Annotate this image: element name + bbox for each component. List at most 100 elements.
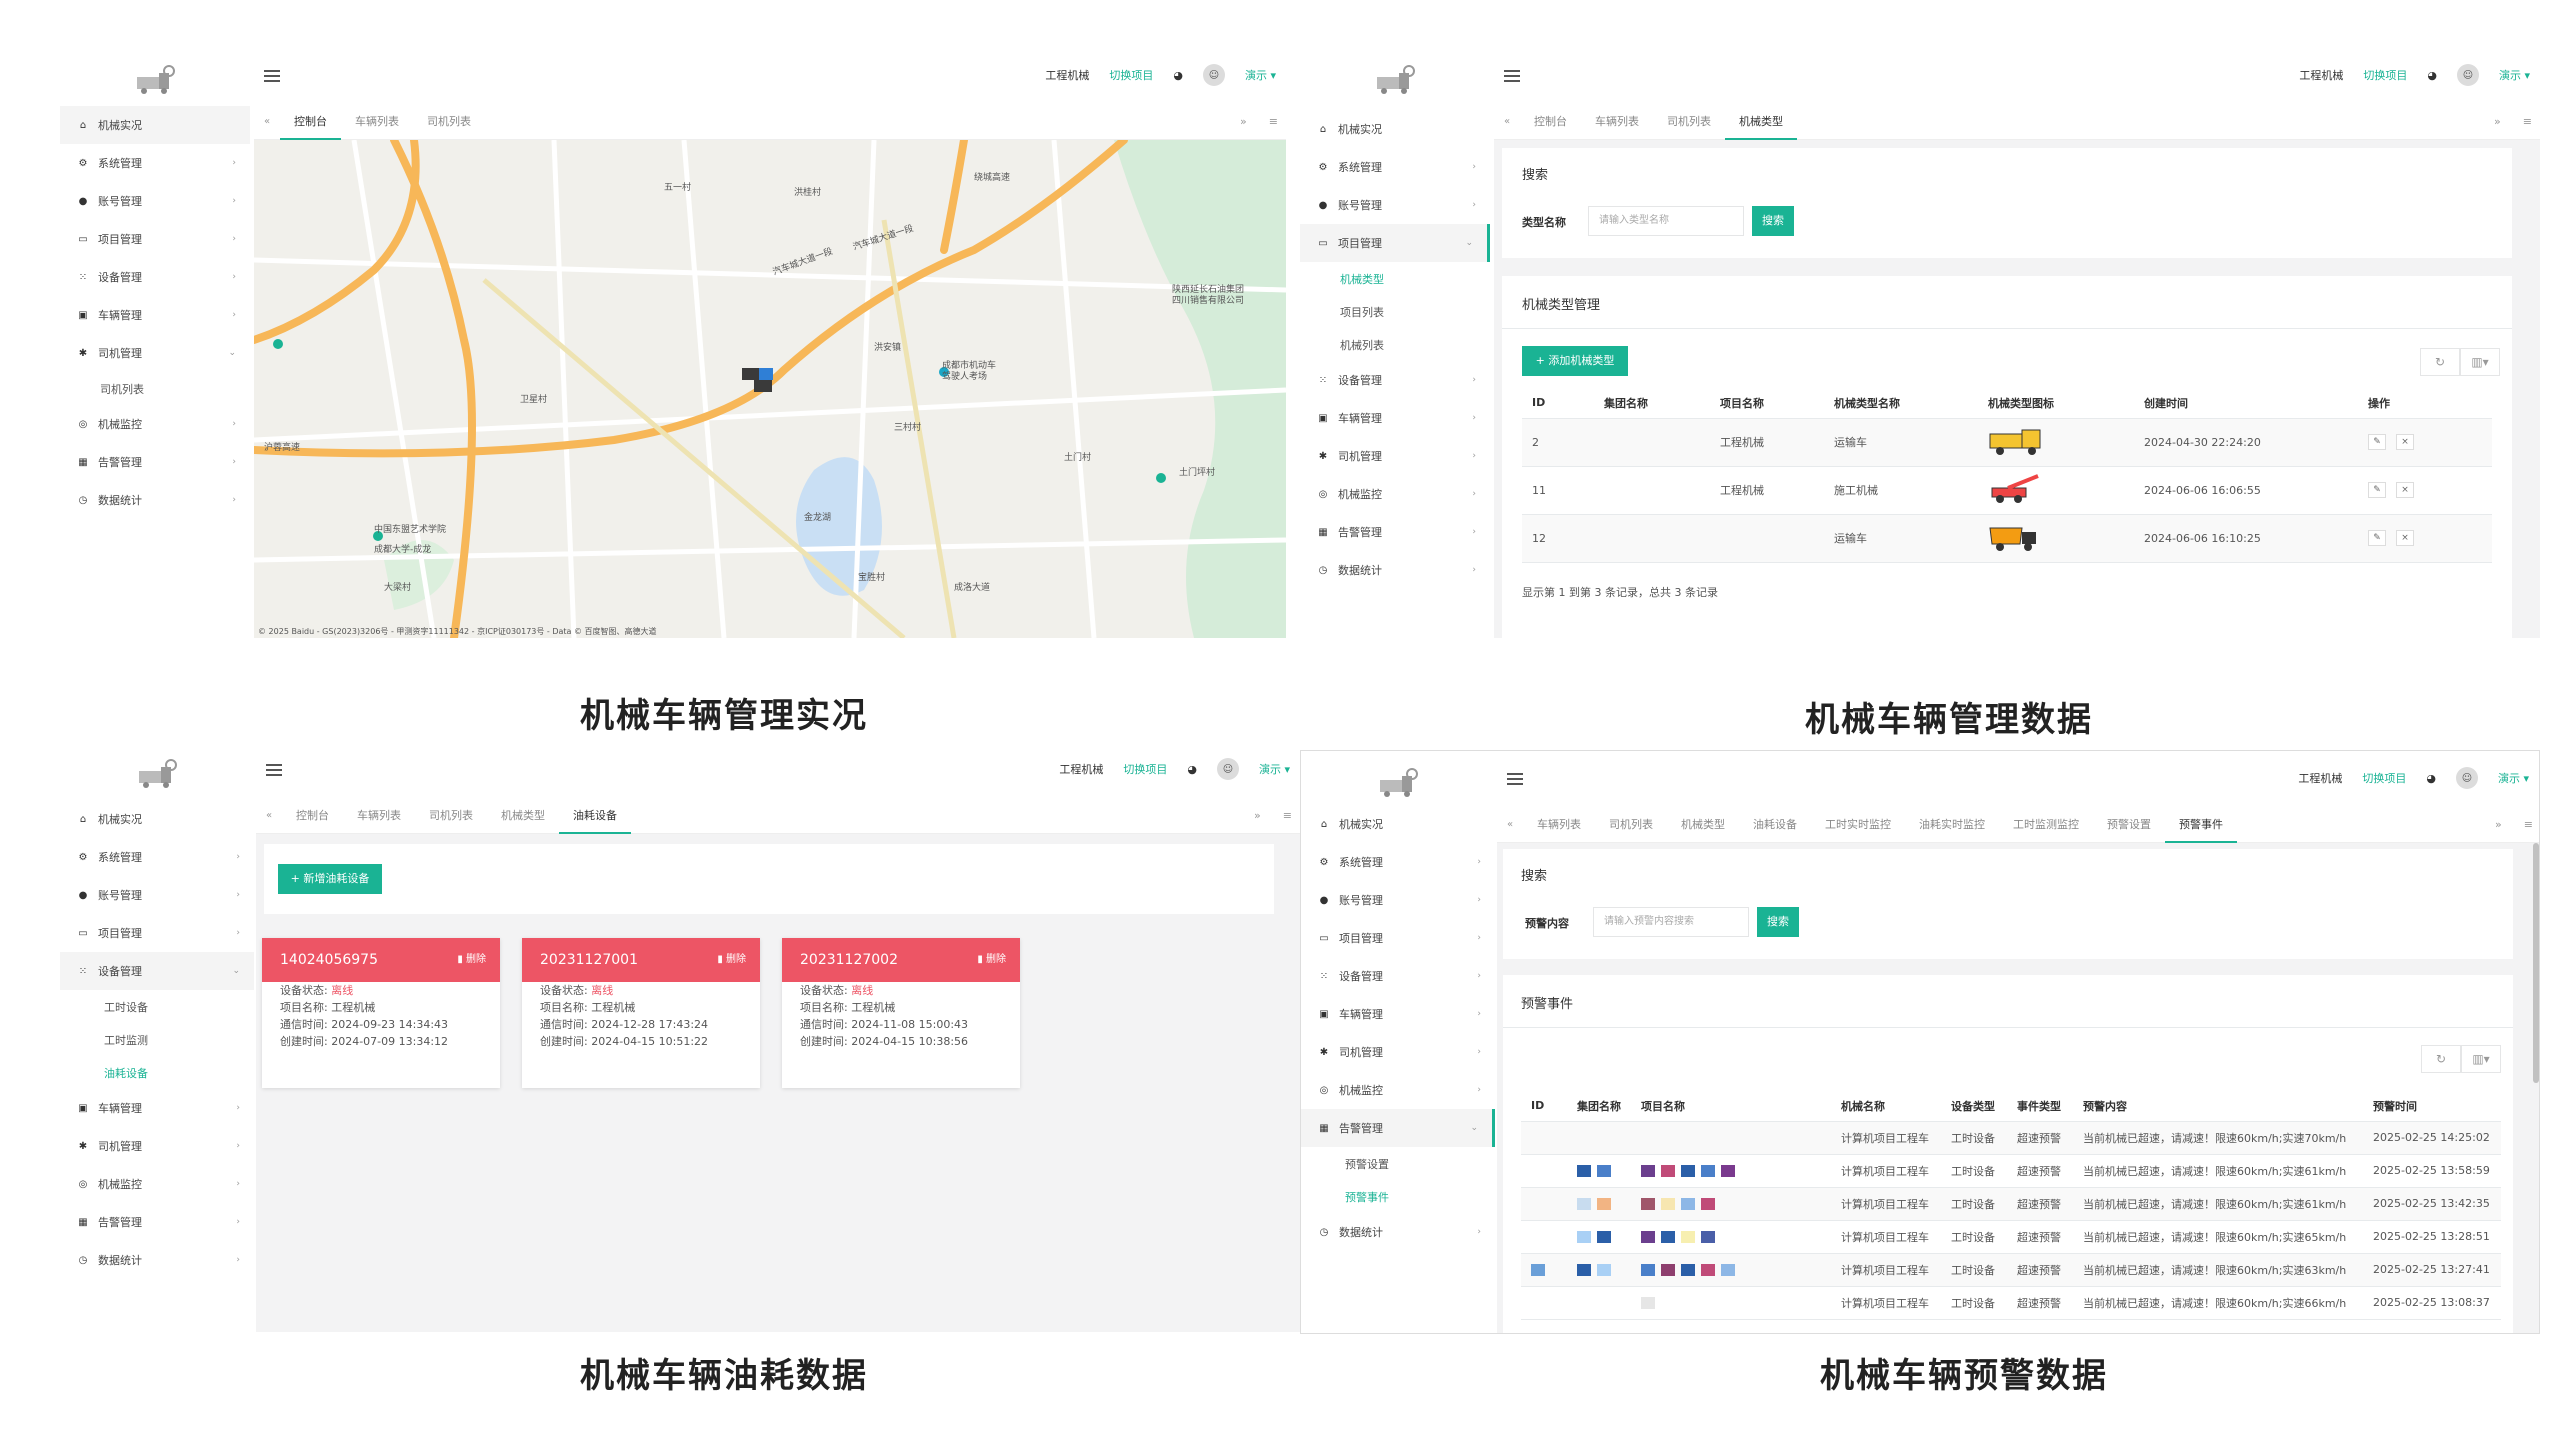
menu-account[interactable]: ● 账号管理 › [1300,186,1490,224]
submenu-alarm-event[interactable]: 预警事件 [1301,1180,1495,1213]
col-group[interactable]: 集团名称 [1567,1091,1631,1122]
delete-icon[interactable]: × [2396,434,2414,450]
switch-project-link[interactable]: 切换项目 [2362,770,2406,786]
device-card[interactable]: 20231127001 ▮ 删除 设备状态: 离线 项目名称: 工程机械 通信时间… [522,938,760,1088]
tab-driver-list[interactable]: 司机列表 [1595,807,1667,843]
poi-icon[interactable] [273,339,283,349]
col-type-icon[interactable]: 机械类型图标 [1978,388,2134,419]
menu-device[interactable]: ⁙ 设备管理 ⌄ [60,952,254,990]
tabs-prev-icon[interactable]: « [256,810,282,821]
tab-console[interactable]: 控制台 [1520,104,1581,140]
tab-vehicle-list[interactable]: 车辆列表 [1523,807,1595,843]
search-button[interactable]: 搜索 [1752,206,1794,236]
menu-driver[interactable]: ✱ 司机管理 › [60,1127,254,1165]
tab-fuel-device[interactable]: 油耗设备 [1739,807,1811,843]
submenu-driver-list[interactable]: 司机列表 [60,372,250,405]
menu-driver[interactable]: ✱ 司机管理 › [1300,437,1490,475]
edit-icon[interactable]: ✎ [2368,482,2386,498]
menu-system[interactable]: ⚙ 系统管理 › [1301,843,1495,881]
col-time[interactable]: 预警时间 [2363,1091,2501,1122]
menu-alarm[interactable]: ▦ 告警管理 › [1300,513,1490,551]
tab-console[interactable]: 控制台 [280,104,341,140]
menu-account[interactable]: ● 账号管理 › [60,182,250,220]
menu-stats[interactable]: ◷ 数据统计 › [60,481,250,519]
col-type-name[interactable]: 机械类型名称 [1824,388,1978,419]
col-device-type[interactable]: 设备类型 [1941,1091,2007,1122]
col-id[interactable]: ID [1522,388,1594,419]
menu-live[interactable]: ⌂ 机械实况 [60,800,254,838]
palette-icon[interactable]: ◕ [2427,69,2437,82]
menu-project[interactable]: ▭ 项目管理 › [1301,919,1495,957]
menu-alarm[interactable]: ▦ 告警管理 › [60,443,250,481]
delete-button[interactable]: ▮ 删除 [977,938,1006,982]
table-row[interactable]: 计算机项目工程车 工时设备 超速预警 当前机械已超速，请减速！限速60km/h;实速6… [1521,1154,2501,1188]
col-project[interactable]: 项目名称 [1631,1091,1831,1122]
refresh-icon[interactable]: ↻ [2420,348,2460,376]
menu-stats[interactable]: ◷ 数据统计 › [1301,1213,1495,1251]
menu-monitor[interactable]: ◎ 机械监控 › [1301,1071,1495,1109]
table-row[interactable]: 12 运输车 2024-06-06 16:10:25 ✎ × [1522,514,2492,563]
avatar[interactable]: ☺ [2455,767,2478,789]
hamburger-icon[interactable] [264,70,280,82]
menu-vehicle[interactable]: ▣ 车辆管理 › [1300,399,1490,437]
tabs-next-icon[interactable]: » [2495,807,2502,843]
menu-monitor[interactable]: ◎ 机械监控 › [1300,475,1490,513]
switch-project-link[interactable]: 切换项目 [2363,67,2407,83]
hamburger-icon[interactable] [1507,773,1523,785]
tabs-prev-icon[interactable]: « [254,116,280,127]
tab-machine-type[interactable]: 机械类型 [1667,807,1739,843]
tabs-menu-icon[interactable]: ≡ [2523,104,2532,140]
refresh-icon[interactable]: ↻ [2421,1045,2461,1073]
col-created[interactable]: 创建时间 [2134,388,2358,419]
user-menu[interactable]: 演示 ▾ [2499,67,2530,83]
col-project[interactable]: 项目名称 [1710,388,1824,419]
menu-project[interactable]: ▭ 项目管理 › [60,914,254,952]
col-event-type[interactable]: 事件类型 [2007,1091,2073,1122]
submenu-worktime-device[interactable]: 工时设备 [60,990,254,1023]
table-row[interactable]: 计算机项目工程车 工时设备 超速预警 当前机械已超速，请减速！限速60km/h;实速6… [1521,1253,2501,1287]
tabs-next-icon[interactable]: » [2494,104,2501,140]
menu-monitor[interactable]: ◎ 机械监控 › [60,405,250,443]
menu-vehicle[interactable]: ▣ 车辆管理 › [60,296,250,334]
menu-project[interactable]: ▭ 项目管理 ⌄ [1300,224,1490,262]
tab-machine-type[interactable]: 机械类型 [1725,104,1797,140]
map-canvas[interactable]: 汽车城大道一段 沪蓉高速 成都市机动车驾驶人考场 洪安镇 绕城高速 五一村 洪桂… [254,140,1286,638]
tab-alarm-event[interactable]: 预警事件 [2165,807,2237,843]
hamburger-icon[interactable] [266,764,282,776]
content-search-input[interactable]: 请输入预警内容搜索 [1593,907,1749,937]
col-id[interactable]: ID [1521,1091,1567,1122]
menu-system[interactable]: ⚙ 系统管理 › [1300,148,1490,186]
user-menu[interactable]: 演示 ▾ [1259,761,1290,777]
device-card[interactable]: 14024056975 ▮ 删除 设备状态: 离线 项目名称: 工程机械 通信时间… [262,938,500,1088]
table-row[interactable]: 11 工程机械 施工机械 2024-06-06 16:06:55 ✎ × [1522,466,2492,515]
menu-account[interactable]: ● 账号管理 › [60,876,254,914]
user-menu[interactable]: 演示 ▾ [2498,770,2529,786]
submenu-machine-type[interactable]: 机械类型 [1300,262,1490,295]
delete-button[interactable]: ▮ 删除 [457,938,486,982]
palette-icon[interactable]: ◕ [1187,763,1197,776]
switch-project-link[interactable]: 切换项目 [1123,761,1167,777]
menu-driver[interactable]: ✱ 司机管理 › [1301,1033,1495,1071]
menu-alarm[interactable]: ▦ 告警管理 › [60,1203,254,1241]
menu-device[interactable]: ⁙ 设备管理 › [1301,957,1495,995]
tabs-prev-icon[interactable]: « [1497,819,1523,830]
scrollbar[interactable] [2533,843,2539,1083]
add-fuel-device-button[interactable]: + 新增油耗设备 [278,864,382,894]
tabs-menu-icon[interactable]: ≡ [1269,104,1278,140]
edit-icon[interactable]: ✎ [2368,434,2386,450]
tab-worktime-live[interactable]: 工时实时监控 [1811,807,1905,843]
tab-fuel-device[interactable]: 油耗设备 [559,798,631,834]
delete-icon[interactable]: × [2396,482,2414,498]
poi-icon[interactable] [1156,473,1166,483]
table-row[interactable]: 2 工程机械 运输车 2024-04-30 22:24:20 ✎ × [1522,418,2492,467]
menu-account[interactable]: ● 账号管理 › [1301,881,1495,919]
tab-driver-list[interactable]: 司机列表 [413,104,485,140]
table-row[interactable]: 计算机项目工程车 工时设备 超速预警 当前机械已超速，请减速！限速60km/h;实速6… [1521,1187,2501,1221]
menu-device[interactable]: ⁙ 设备管理 › [60,258,250,296]
avatar[interactable]: ☺ [1216,758,1239,780]
columns-icon[interactable]: ▥▾ [2460,348,2500,376]
palette-icon[interactable]: ◕ [2426,772,2436,785]
menu-live[interactable]: ⌂ 机械实况 [60,106,250,144]
col-machine[interactable]: 机械名称 [1831,1091,1941,1122]
search-button[interactable]: 搜索 [1757,907,1799,937]
